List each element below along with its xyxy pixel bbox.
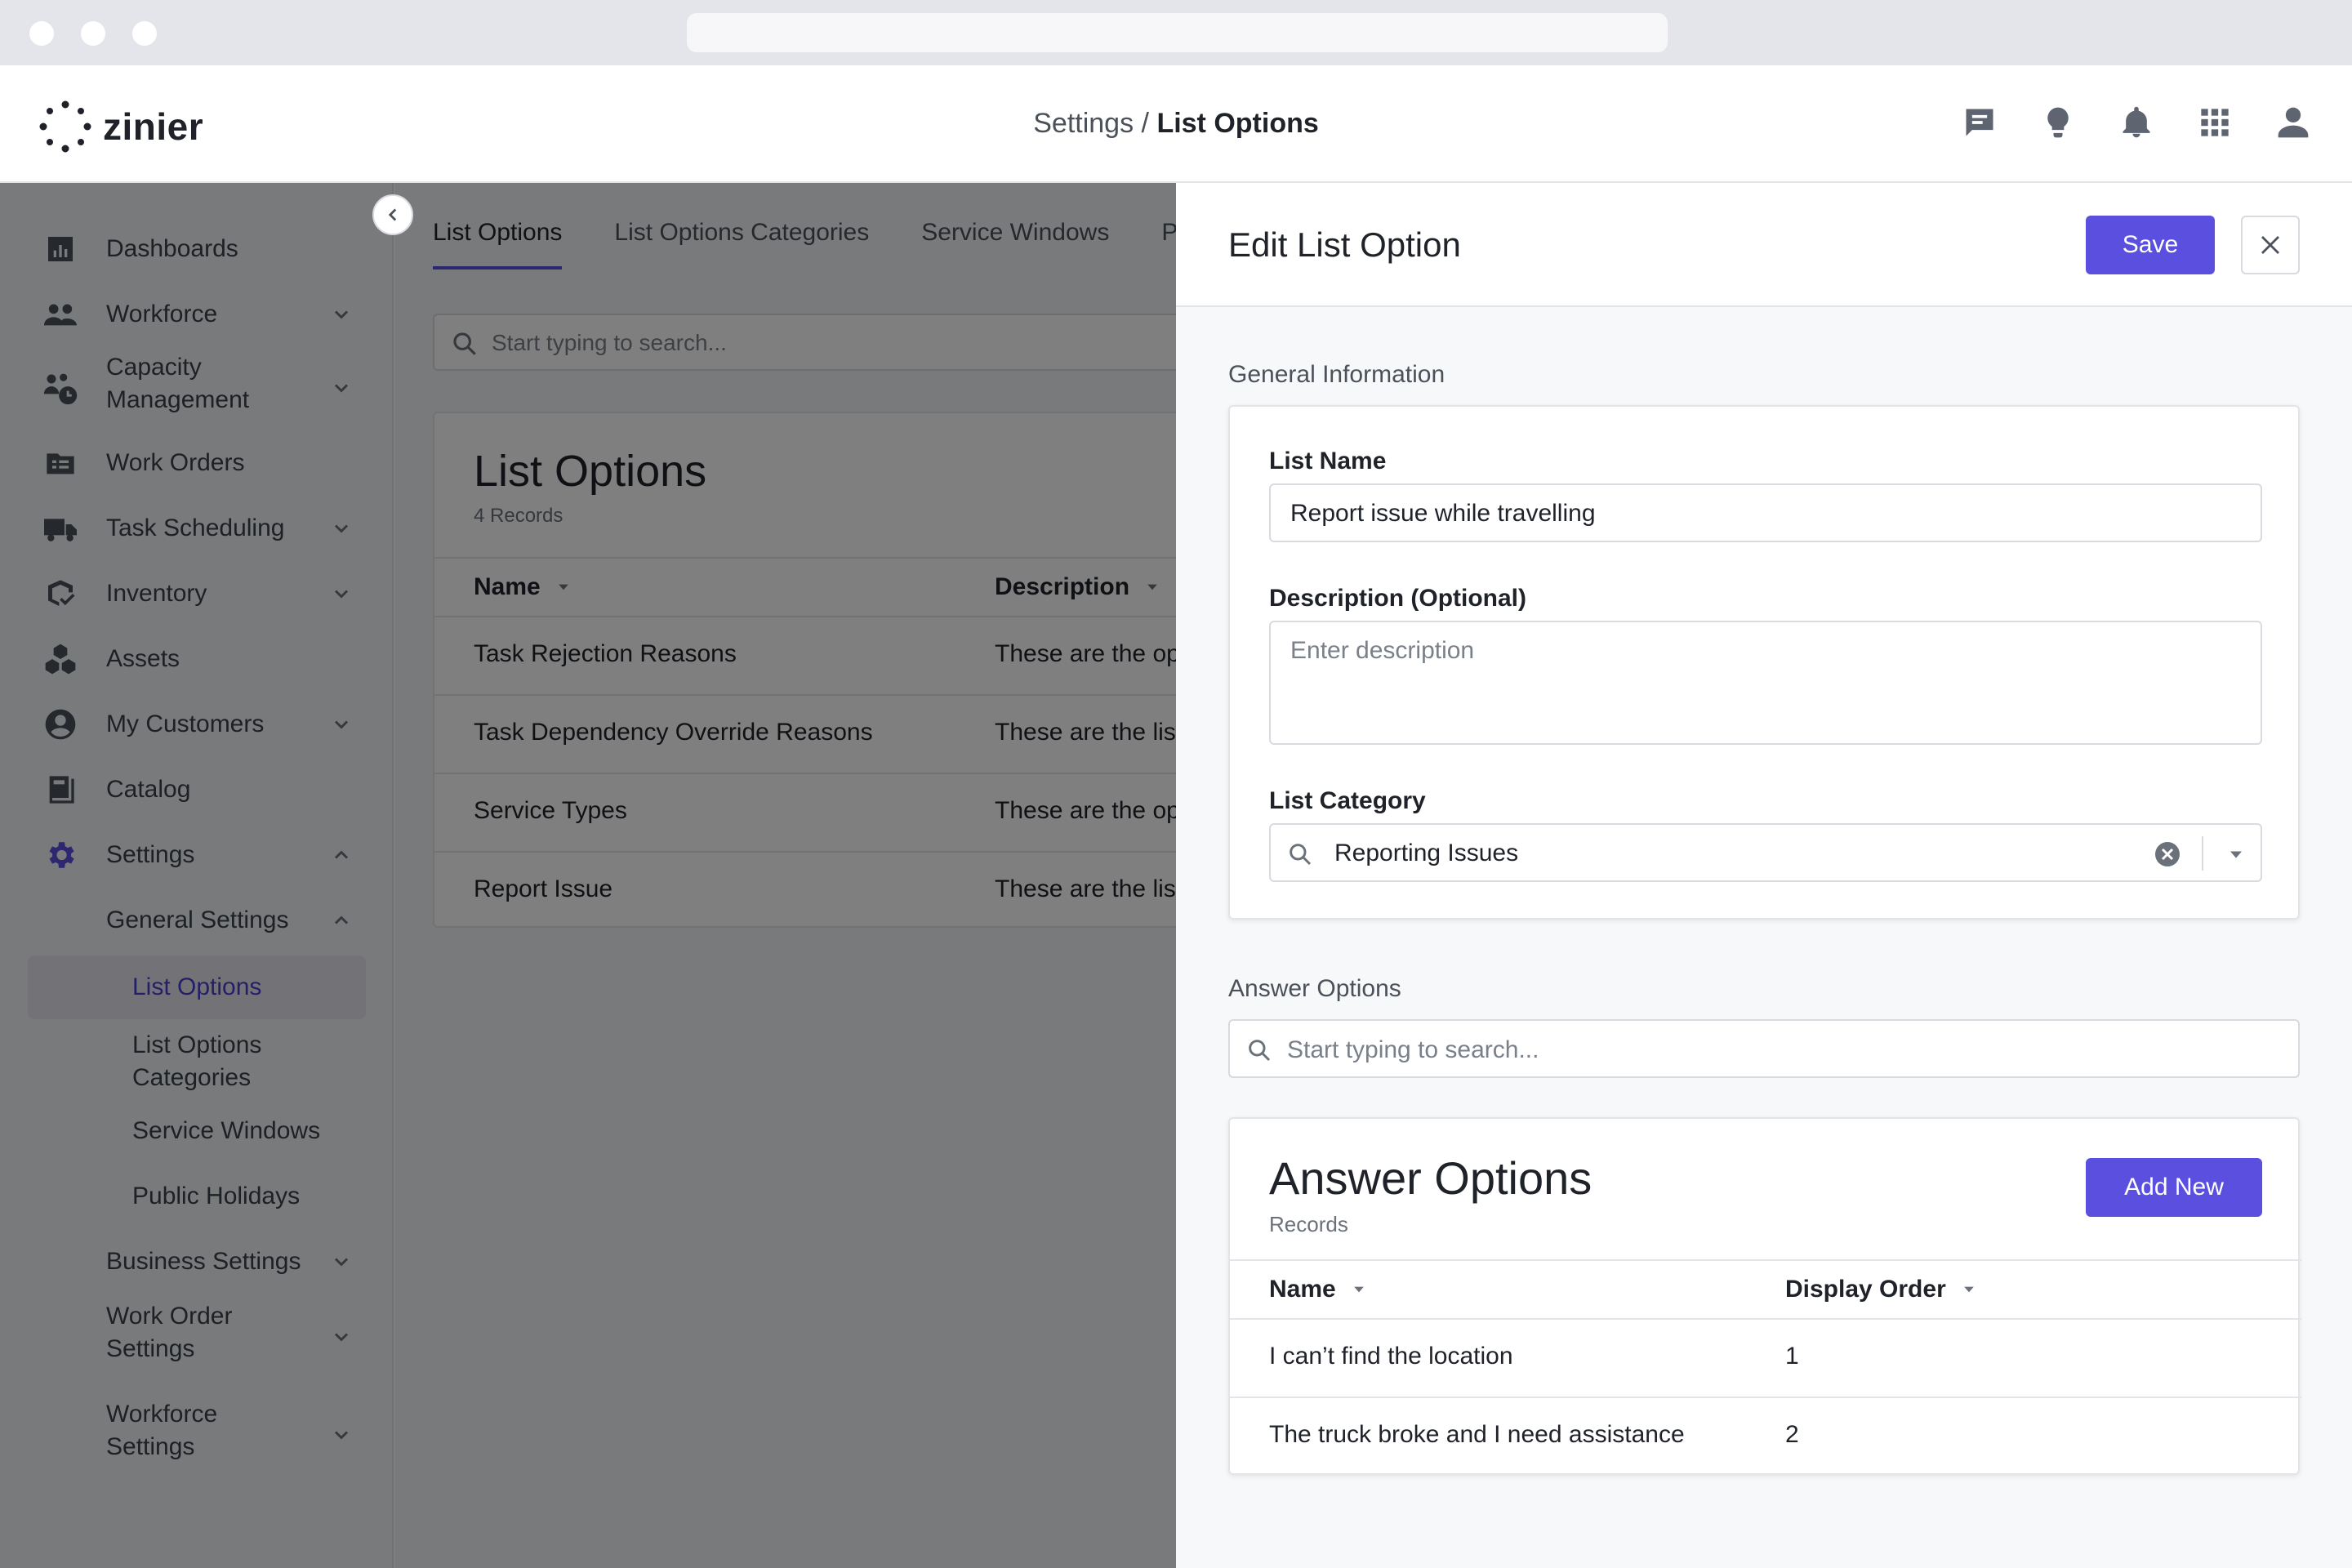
description-placeholder: Enter description xyxy=(1290,637,1475,664)
sort-caret-icon xyxy=(1963,1286,1974,1293)
chat-icon[interactable] xyxy=(1960,103,1999,142)
table-row[interactable]: I can’t find the location 1 xyxy=(1230,1320,2301,1398)
general-information-heading: General Information xyxy=(1228,361,1446,388)
close-drawer-button[interactable] xyxy=(2241,216,2300,274)
add-new-button[interactable]: Add New xyxy=(2086,1158,2262,1217)
cell-name: The truck broke and I need assistance xyxy=(1269,1421,1685,1448)
search-placeholder: Start typing to search... xyxy=(1287,1036,1539,1063)
column-header-display-order[interactable]: Display Order xyxy=(1785,1276,1977,1303)
column-header-label: Name xyxy=(1269,1276,1336,1303)
select-divider xyxy=(2202,836,2203,871)
browser-chrome xyxy=(0,0,2352,65)
search-icon xyxy=(1249,1040,1271,1062)
list-name-label: List Name xyxy=(1269,448,1387,474)
list-category-value: Reporting Issues xyxy=(1334,840,1519,866)
answer-options-heading: Answer Options xyxy=(1228,975,1401,1002)
header-actions xyxy=(1960,103,2313,142)
cell-display-order: 2 xyxy=(1785,1421,1799,1448)
list-name-value: Report issue while travelling xyxy=(1290,500,1596,527)
collapse-sidebar-button[interactable] xyxy=(372,194,413,235)
answer-options-title: Answer Options xyxy=(1269,1152,1592,1204)
apps-grid-icon[interactable] xyxy=(2195,103,2234,142)
window-close-dot[interactable] xyxy=(29,21,54,46)
cell-name: I can’t find the location xyxy=(1269,1343,1513,1370)
general-information-panel: List Name Report issue while travelling … xyxy=(1228,405,2300,920)
cell-display-order: 1 xyxy=(1785,1343,1799,1370)
drawer-title: Edit List Option xyxy=(1228,225,1461,264)
lightbulb-icon[interactable] xyxy=(2038,103,2078,142)
breadcrumb-separator: / xyxy=(1134,108,1157,139)
column-header-name[interactable]: Name xyxy=(1269,1276,1367,1303)
answer-options-record-count: Records xyxy=(1269,1212,1348,1236)
bell-icon[interactable] xyxy=(2117,103,2156,142)
list-category-label: List Category xyxy=(1269,787,1426,814)
dropdown-caret-icon[interactable] xyxy=(2225,843,2247,866)
window-minimize-dot[interactable] xyxy=(81,21,105,46)
table-header: Name Display Order xyxy=(1230,1259,2301,1320)
answer-options-card: Answer Options Records Add New Name Disp… xyxy=(1228,1117,2301,1477)
column-header-label: Display Order xyxy=(1785,1276,1946,1303)
breadcrumb-parent[interactable]: Settings xyxy=(1033,108,1134,139)
answer-options-search-input[interactable]: Start typing to search... xyxy=(1228,1019,2300,1078)
top-header: zinier Settings / List Options xyxy=(0,65,2352,183)
drawer-header: Edit List Option Save xyxy=(1176,183,2352,307)
clear-selection-icon[interactable] xyxy=(2153,840,2182,869)
list-name-input[interactable]: Report issue while travelling xyxy=(1269,483,2262,542)
description-label: Description (Optional) xyxy=(1269,585,1526,612)
address-bar[interactable] xyxy=(687,13,1668,52)
description-textarea[interactable]: Enter description xyxy=(1269,621,2262,745)
sort-caret-icon xyxy=(1353,1286,1364,1293)
chevron-left-icon xyxy=(388,208,397,221)
list-category-select[interactable]: Reporting Issues xyxy=(1269,823,2262,882)
modal-backdrop[interactable] xyxy=(0,183,1176,1568)
user-icon[interactable] xyxy=(2274,103,2313,142)
edit-list-option-drawer: Edit List Option Save General Informatio… xyxy=(1176,183,2352,1568)
save-button[interactable]: Save xyxy=(2086,216,2215,274)
close-icon xyxy=(2261,236,2279,254)
breadcrumb-current: List Options xyxy=(1156,108,1319,139)
table-row[interactable]: The truck broke and I need assistance 2 xyxy=(1230,1398,2301,1477)
window-maximize-dot[interactable] xyxy=(132,21,157,46)
search-icon xyxy=(1290,844,1312,866)
